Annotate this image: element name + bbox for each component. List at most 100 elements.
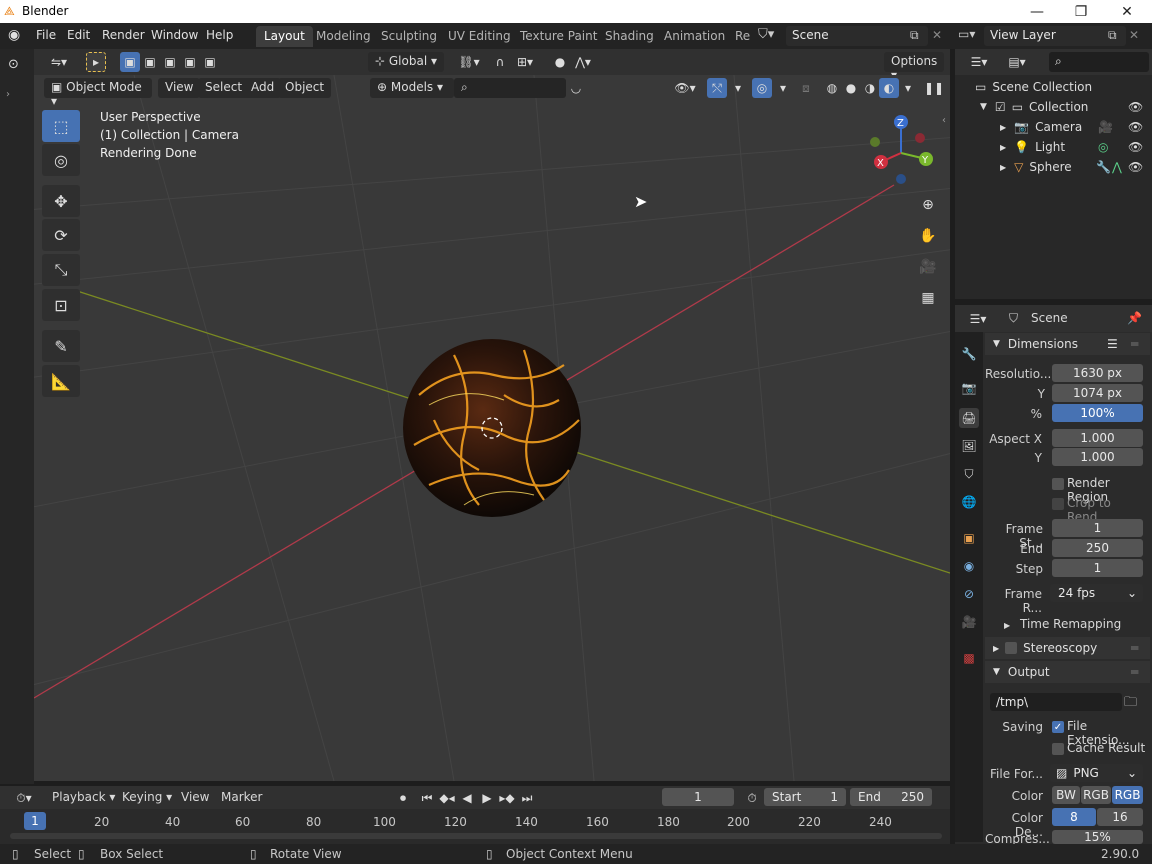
menu-window[interactable]: Window: [151, 28, 198, 42]
view-layer-icon[interactable]: ▭▾: [958, 27, 975, 41]
filter-icon[interactable]: ◡: [566, 78, 586, 98]
drag-handle-icon[interactable]: ═: [1131, 337, 1138, 351]
outliner-item-camera[interactable]: ▶ 📷 Camera 🎥 👁: [1000, 117, 1150, 137]
frame-step-field[interactable]: 1: [1052, 559, 1143, 577]
object-tab-icon[interactable]: ▣: [959, 528, 979, 548]
play-reverse-icon[interactable]: ◀: [457, 788, 477, 808]
measure-tool-icon[interactable]: 📐: [42, 365, 80, 397]
pin-icon[interactable]: 📌: [1127, 311, 1142, 325]
outliner-search-input[interactable]: ⌕: [1049, 52, 1149, 72]
eye-icon[interactable]: 👁: [1128, 140, 1143, 154]
world-tab-icon[interactable]: 🌐: [959, 492, 979, 512]
tab-shading[interactable]: Shading: [597, 26, 662, 47]
proportional-edit-icon[interactable]: ●: [550, 52, 570, 72]
display-mode-icon[interactable]: ▤▾: [1003, 52, 1031, 72]
view-layer-tab-icon[interactable]: 🖼: [959, 436, 979, 456]
shading-rendered-icon[interactable]: ◐: [879, 78, 899, 98]
texture-tab-icon[interactable]: ▩: [959, 648, 979, 668]
xray-icon[interactable]: ⧈: [796, 78, 816, 98]
shading-wireframe-icon[interactable]: ◍: [822, 78, 842, 98]
gizmo-toggle-icon[interactable]: ⤲: [707, 78, 727, 98]
file-extension-checkbox[interactable]: ✓: [1052, 721, 1064, 733]
folder-icon[interactable]: 🗀: [1124, 693, 1137, 715]
visibility-dropdown-icon[interactable]: 👁▾: [670, 78, 700, 98]
menu-edit[interactable]: Edit: [67, 28, 90, 42]
physics-tab-icon[interactable]: ◉: [959, 556, 979, 576]
3d-viewport[interactable]: User Perspective (1) Collection | Camera…: [34, 75, 950, 781]
outliner-scene-collection[interactable]: ▭ Scene Collection: [975, 77, 1092, 97]
zoom-icon[interactable]: ⊕: [915, 192, 941, 218]
render-region-checkbox[interactable]: [1052, 478, 1064, 490]
gizmo-dropdown-icon[interactable]: ▾: [728, 78, 748, 98]
minimize-button[interactable]: —: [1014, 0, 1060, 23]
dimensions-section-header[interactable]: ▼ Dimensions ☰ ═: [985, 333, 1150, 355]
timeline-menu-keying[interactable]: Keying ▾: [122, 790, 172, 804]
delete-scene-icon[interactable]: ✕: [932, 28, 942, 42]
time-remapping-subpanel[interactable]: ▶ Time Remapping: [1004, 617, 1121, 631]
timeline-menu-playback[interactable]: Playback ▾: [52, 790, 115, 804]
expand-arrow-icon[interactable]: ▶: [1000, 163, 1006, 172]
stereoscopy-section-header[interactable]: ▶ Stereoscopy ═: [985, 637, 1150, 659]
tab-texture-paint[interactable]: Texture Paint: [512, 26, 605, 47]
compression-slider[interactable]: 15%: [1052, 830, 1143, 844]
sidebar-expand-icon[interactable]: ‹: [942, 115, 946, 126]
color-depth-16-button[interactable]: 16: [1097, 808, 1143, 826]
outliner-collection[interactable]: ▼ ☑ ▭ Collection 👁: [980, 97, 1150, 117]
data-tab-icon[interactable]: 🎥: [959, 612, 979, 632]
proportional-falloff-icon[interactable]: ⋀▾: [570, 52, 596, 72]
stereoscopy-checkbox[interactable]: [1005, 642, 1018, 654]
color-depth-8-button[interactable]: 8: [1052, 808, 1096, 826]
snap-target-icon[interactable]: ⊞▾: [510, 52, 540, 72]
select-box-tool-icon[interactable]: ▸: [86, 52, 106, 72]
pivot-point-icon[interactable]: ⛓▾: [454, 52, 484, 72]
ortho-grid-icon[interactable]: ▦: [915, 285, 941, 311]
select-mode-new-icon[interactable]: ▣: [120, 52, 140, 72]
object-mode-dropdown[interactable]: ▣ Object Mode ▾: [44, 78, 152, 108]
playhead-frame-marker[interactable]: 1: [24, 812, 46, 830]
presets-list-icon[interactable]: ☰: [1107, 337, 1118, 351]
cache-result-checkbox[interactable]: [1052, 743, 1064, 755]
record-icon[interactable]: ⏺: [393, 788, 413, 808]
sidebar-toggle-icon[interactable]: ›: [6, 89, 10, 100]
tab-sculpting[interactable]: Sculpting: [373, 26, 445, 47]
light-data-icon[interactable]: ◎: [1098, 140, 1108, 154]
transform-tool-icon[interactable]: ⊡: [42, 289, 80, 321]
jump-end-icon[interactable]: ⏭: [517, 788, 537, 808]
menu-help[interactable]: Help: [206, 28, 233, 42]
tab-uv-editing[interactable]: UV Editing: [440, 26, 519, 47]
jump-start-icon[interactable]: ⏮: [417, 788, 437, 808]
editor-type-dropdown-icon[interactable]: ⇋▾: [46, 52, 72, 72]
tab-animation[interactable]: Animation: [656, 26, 733, 47]
play-icon[interactable]: ▶: [477, 788, 497, 808]
menu-file[interactable]: File: [36, 28, 56, 42]
timeline-scrollbar[interactable]: [10, 833, 942, 839]
start-frame-field[interactable]: Start 1: [764, 788, 846, 806]
crop-checkbox[interactable]: [1052, 498, 1064, 510]
viewport-search-input[interactable]: ⌕: [454, 78, 566, 98]
timeline-menu-view[interactable]: View: [181, 790, 209, 804]
select-mode-intersect-icon[interactable]: ▣: [200, 52, 220, 72]
snap-toggle-icon[interactable]: ∩: [490, 52, 510, 72]
drag-handle-icon[interactable]: ═: [1131, 665, 1138, 679]
navigation-gizmo[interactable]: Z Y X: [861, 113, 941, 193]
blender-menu-icon[interactable]: ◉: [8, 27, 20, 43]
output-section-header[interactable]: ▼ Output ═: [985, 661, 1150, 683]
collection-filter-dropdown[interactable]: ⊕ Models ▾: [370, 78, 454, 98]
tool-tab-icon[interactable]: 🔧: [959, 344, 979, 364]
constraints-tab-icon[interactable]: ⊘: [959, 584, 979, 604]
render-tab-icon[interactable]: 📷: [959, 378, 979, 398]
rotate-tool-icon[interactable]: ⟳: [42, 219, 80, 251]
camera-data-icon[interactable]: 🎥: [1098, 120, 1113, 134]
scene-tab-icon[interactable]: ⛉: [959, 464, 979, 484]
select-tool-icon[interactable]: ⬚: [42, 110, 80, 142]
viewport-menu-object[interactable]: Object: [278, 78, 332, 98]
outliner-item-sphere[interactable]: ▶ ▽ Sphere 🔧 ⋀ 👁: [1000, 157, 1150, 177]
modifier-wrench-icon[interactable]: 🔧: [1096, 160, 1111, 174]
scale-tool-icon[interactable]: ⤡: [42, 254, 80, 286]
outliner-item-light[interactable]: ▶ 💡 Light ◎ 👁: [1000, 137, 1150, 157]
frame-rate-dropdown[interactable]: 24 fps ⌄: [1050, 584, 1143, 602]
collapse-arrow-icon[interactable]: ▼: [980, 102, 987, 112]
shading-solid-icon[interactable]: ●: [841, 78, 861, 98]
camera-view-icon[interactable]: 🎥: [915, 254, 941, 280]
select-mode-invert-icon[interactable]: ▣: [180, 52, 200, 72]
